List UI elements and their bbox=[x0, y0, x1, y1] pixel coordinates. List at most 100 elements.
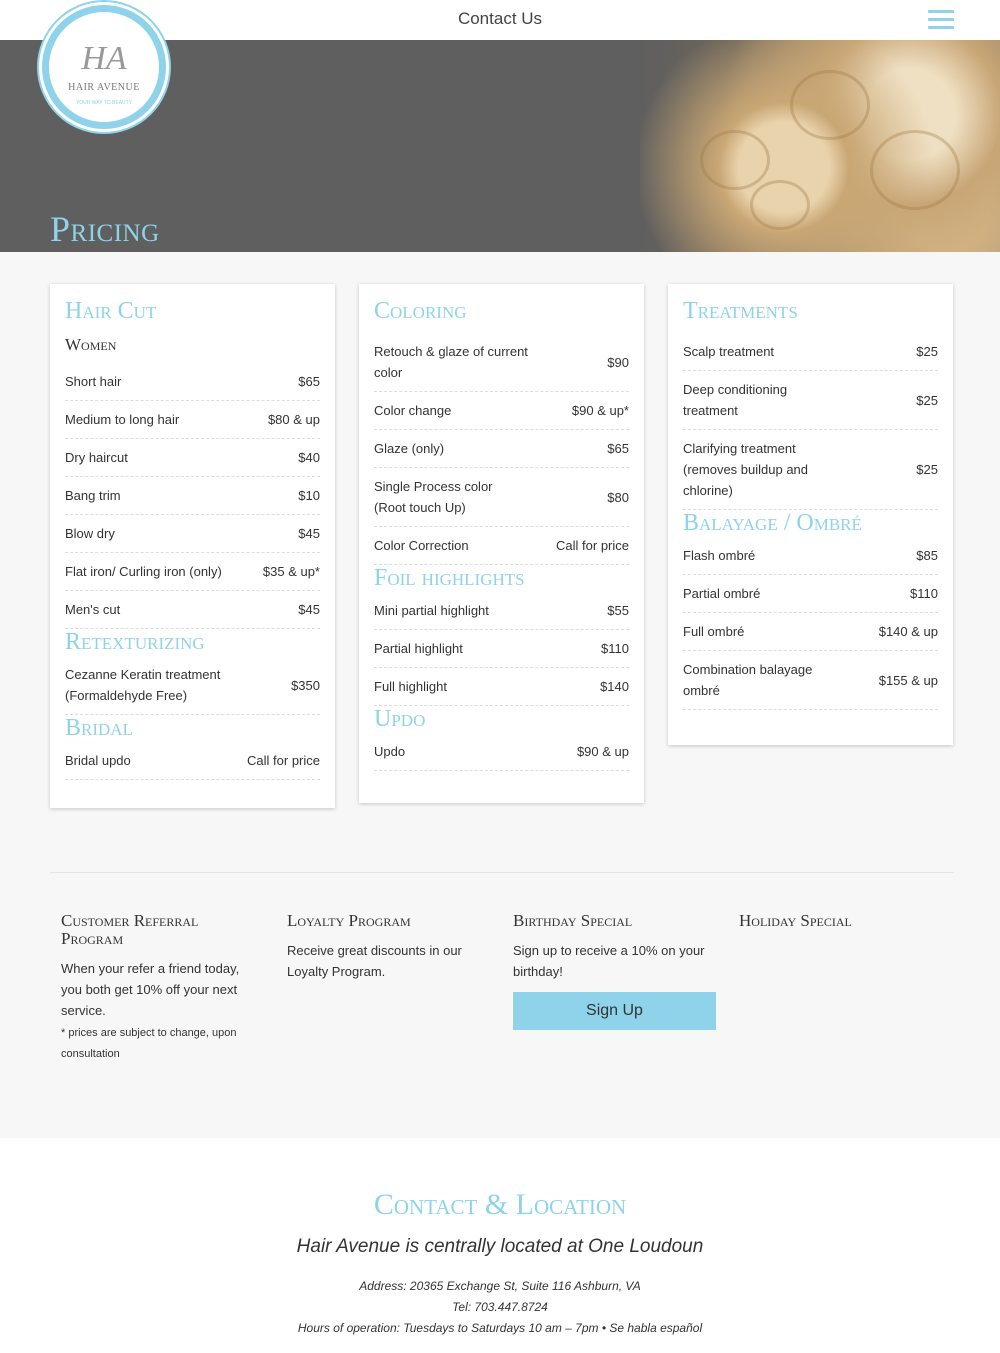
birthday-heading: Birthday Special bbox=[513, 911, 633, 930]
holiday-special: Holiday Special bbox=[739, 912, 939, 940]
service-name: Blow dry bbox=[65, 526, 115, 541]
hamburger-icon[interactable] bbox=[928, 10, 954, 30]
service-price: $140 bbox=[600, 679, 629, 694]
haircut-price-card: Hair Cut Women Short hair $65 Medium to l… bbox=[50, 284, 335, 808]
service-price: $80 bbox=[607, 489, 629, 505]
service-price: $110 bbox=[601, 641, 629, 656]
service-name: Men's cut bbox=[65, 602, 121, 617]
price-row: Combination balayage ombré $155 & up bbox=[683, 651, 938, 710]
coloring-list: Retouch & glaze of current color $90 Colo… bbox=[374, 333, 629, 565]
logo-monogram: HA bbox=[81, 40, 127, 77]
service-name: Color change bbox=[374, 403, 452, 418]
service-name: Partial highlight bbox=[374, 641, 463, 656]
service-name: Full ombré bbox=[683, 624, 745, 639]
service-price: $85 bbox=[916, 548, 938, 563]
loyalty-text: Receive great discounts in our Loyalty P… bbox=[287, 943, 462, 979]
service-name: Retouch & glaze of current color bbox=[374, 344, 528, 380]
price-row: Blow dry $45 bbox=[65, 515, 320, 553]
price-row: Partial highlight $110 bbox=[374, 630, 629, 668]
service-price: $140 & up bbox=[878, 624, 938, 639]
price-row: Cezanne Keratin treatment (Formaldehyde … bbox=[65, 656, 320, 715]
coloring-price-card: Coloring Retouch & glaze of current colo… bbox=[359, 284, 644, 803]
price-disclaimer: * prices are subject to change, upon con… bbox=[61, 1027, 237, 1060]
service-name: Partial ombré bbox=[683, 586, 761, 601]
service-price: $25 bbox=[916, 462, 938, 477]
price-row: Retouch & glaze of current color $90 bbox=[374, 333, 629, 392]
bridal-heading: Bridal bbox=[65, 715, 133, 741]
service-price: $45 bbox=[298, 526, 320, 541]
service-price: $90 bbox=[607, 354, 629, 370]
logo-name: HAIR AVENUE bbox=[68, 82, 140, 93]
service-name: Glaze (only) bbox=[374, 441, 445, 456]
service-price: $10 bbox=[298, 488, 320, 503]
service-price: $110 bbox=[910, 586, 938, 601]
service-name: Updo bbox=[374, 744, 406, 759]
price-row: Single Process color (Root touch Up) $80 bbox=[374, 468, 629, 527]
address-line: Address: 20365 Exchange St, Suite 116 As… bbox=[359, 1279, 641, 1293]
price-row: Bridal updo Call for price bbox=[65, 742, 320, 780]
price-row: Dry haircut $40 bbox=[65, 439, 320, 477]
treatments-list: Scalp treatment $25 Deep conditioning tre… bbox=[683, 333, 938, 510]
service-name: Combination balayage ombré bbox=[683, 662, 813, 698]
price-row: Glaze (only) $65 bbox=[374, 430, 629, 468]
women-subheading: Women bbox=[65, 335, 117, 354]
hours-line: Hours of operation: Tuesdays to Saturday… bbox=[297, 1321, 703, 1335]
logo-tagline: YOUR WAY TO BEAUTY bbox=[75, 100, 133, 106]
service-name: Full highlight bbox=[374, 679, 447, 694]
treatments-heading: Treatments bbox=[683, 298, 798, 324]
service-name: Cezanne Keratin treatment (Formaldehyde … bbox=[65, 667, 221, 703]
price-row: Men's cut $45 bbox=[65, 591, 320, 629]
service-name: Short hair bbox=[65, 374, 122, 389]
referral-text: When your refer a friend today, you both… bbox=[61, 961, 240, 1018]
price-row: Scalp treatment $25 bbox=[683, 333, 938, 371]
service-price: $55 bbox=[607, 603, 629, 618]
contact-location-section: Contact & Location Hair Avenue is centra… bbox=[0, 1138, 1000, 1353]
service-price: $65 bbox=[298, 374, 320, 389]
haircut-heading: Hair Cut bbox=[65, 298, 157, 324]
updo-heading: Updo bbox=[374, 706, 426, 732]
contact-details: Address: 20365 Exchange St, Suite 116 As… bbox=[0, 1276, 1000, 1339]
price-row: Bang trim $10 bbox=[65, 477, 320, 515]
service-price: $35 & up* bbox=[262, 564, 320, 579]
foil-highlights-heading: Foil highlights bbox=[374, 565, 525, 591]
service-name: Deep conditioning treatment bbox=[683, 382, 788, 418]
birthday-special: Birthday Special Sign up to receive a 10… bbox=[513, 912, 718, 1030]
referral-program: Customer Referral Program When your refe… bbox=[61, 912, 261, 1065]
service-name: Flash ombré bbox=[683, 548, 756, 563]
service-price: Call for price bbox=[556, 538, 629, 553]
haircut-list: Short hair $65 Medium to long hair $80 & u… bbox=[65, 363, 320, 629]
service-price: $40 bbox=[298, 450, 320, 465]
loyalty-heading: Loyalty Program bbox=[287, 911, 411, 930]
service-name: Clarifying treatment (removes buildup an… bbox=[683, 441, 809, 498]
hero-hair-image bbox=[640, 40, 1000, 252]
coloring-heading: Coloring bbox=[374, 298, 467, 324]
treatments-price-card: Treatments Scalp treatment $25 Deep condi… bbox=[668, 284, 953, 745]
sign-up-button[interactable]: Sign Up bbox=[513, 992, 716, 1030]
loyalty-program: Loyalty Program Receive great discounts … bbox=[287, 912, 487, 982]
price-row: Partial ombré $110 bbox=[683, 575, 938, 613]
service-name: Single Process color (Root touch Up) bbox=[374, 479, 493, 515]
service-price: $80 & up bbox=[267, 412, 320, 427]
price-row: Flat iron/ Curling iron (only) $35 & up* bbox=[65, 553, 320, 591]
service-name: Bang trim bbox=[65, 488, 121, 503]
phone-line[interactable]: Tel: 703.447.8724 bbox=[0, 1297, 1000, 1318]
page-title: Pricing bbox=[50, 209, 160, 249]
price-row: Medium to long hair $80 & up bbox=[65, 401, 320, 439]
service-price: Call for price bbox=[247, 753, 320, 768]
section-divider bbox=[50, 872, 954, 873]
price-row: Mini partial highlight $55 bbox=[374, 592, 629, 630]
service-price: $350 bbox=[291, 677, 320, 693]
service-name: Medium to long hair bbox=[65, 412, 180, 427]
service-price: $90 & up bbox=[576, 744, 629, 759]
price-row: Updo $90 & up bbox=[374, 733, 629, 771]
service-price: $155 & up bbox=[878, 672, 938, 688]
birthday-text: Sign up to receive a 10% on your birthda… bbox=[513, 943, 705, 979]
service-price: $65 bbox=[607, 441, 629, 456]
price-row: Full highlight $140 bbox=[374, 668, 629, 706]
hair-avenue-logo[interactable]: HA HAIR AVENUE YOUR WAY TO BEAUTY bbox=[42, 5, 166, 129]
price-row: Flash ombré $85 bbox=[683, 537, 938, 575]
service-price: $45 bbox=[298, 602, 320, 617]
price-row: Deep conditioning treatment $25 bbox=[683, 371, 938, 430]
holiday-heading: Holiday Special bbox=[739, 911, 852, 930]
price-row: Color Correction Call for price bbox=[374, 527, 629, 565]
